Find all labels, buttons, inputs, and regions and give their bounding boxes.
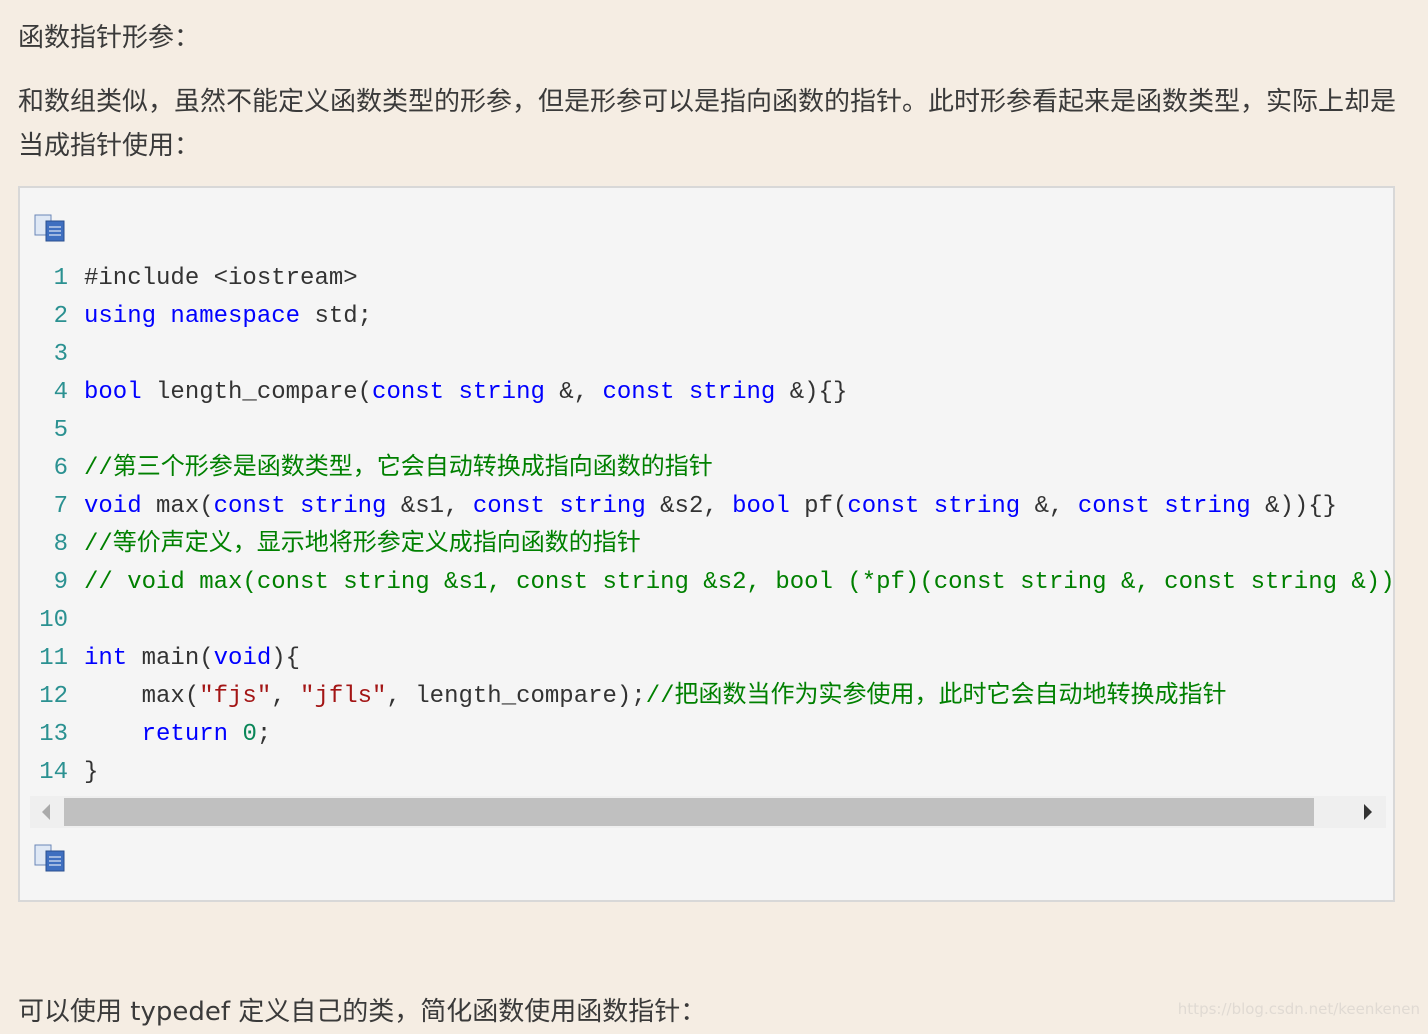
code-line: 13 return 0;: [30, 716, 1395, 754]
line-number: 11: [39, 645, 68, 672]
code-token: namespace: [170, 303, 301, 330]
code-line: 7 void max(const string &s1, const string…: [30, 488, 1395, 526]
code-content: 1 #include <iostream> 2 using namespace std…: [30, 260, 1395, 792]
code-line: 6 //第三个形参是函数类型，它会自动转换成指向函数的指针: [30, 450, 1395, 488]
line-number: 14: [39, 759, 68, 786]
code-token: void: [213, 645, 272, 672]
code-token: const: [847, 493, 920, 520]
copy-code-icon[interactable]: [34, 844, 66, 872]
code-token: ,: [271, 683, 301, 710]
code-token: ;: [256, 721, 272, 748]
intro-paragraph: 和数组类似，虽然不能定义函数类型的形参，但是形参可以是指向函数的指针。此时形参看…: [18, 87, 1397, 161]
line-number: 1: [53, 265, 68, 292]
line-number: 2: [53, 303, 68, 330]
code-block: 1 #include <iostream> 2 using namespace std…: [18, 186, 1395, 902]
code-token: const: [1077, 493, 1150, 520]
line-number: 12: [39, 683, 68, 710]
line-number: 10: [39, 607, 68, 634]
code-token: , length_compare);: [386, 683, 646, 710]
line-number: 9: [53, 569, 68, 596]
code-token: &s2,: [645, 493, 733, 520]
code-line: 2 using namespace std;: [30, 298, 1395, 336]
code-token: &s1,: [386, 493, 473, 520]
code-token: ){: [271, 645, 301, 672]
code-line: 10: [30, 602, 1395, 640]
code-token: void: [84, 493, 142, 520]
code-token: return: [141, 721, 229, 748]
code-line: 9 // void max(const string &s1, const str…: [30, 564, 1395, 602]
code-token: string: [458, 379, 545, 406]
scrollbar-thumb[interactable]: [64, 798, 1314, 826]
code-token: int: [84, 645, 128, 672]
code-token: }: [84, 759, 99, 786]
code-token: main(: [127, 645, 214, 672]
code-token: &)){}: [1250, 493, 1338, 520]
line-number: 6: [53, 455, 68, 482]
horizontal-scrollbar[interactable]: [30, 796, 1386, 828]
code-token: pf(: [789, 493, 848, 520]
code-token: bool: [732, 493, 790, 520]
watermark: https://blog.csdn.net/keenkenen: [1177, 1000, 1420, 1018]
code-token: std;: [300, 303, 373, 330]
code-token: //第三个形参是函数类型，它会自动转换成指向函数的指针: [84, 455, 713, 482]
code-line: 3: [30, 336, 1395, 374]
code-token: string: [300, 493, 387, 520]
copy-code-icon[interactable]: [34, 214, 66, 242]
code-line: 8 //等价声定义，显示地将形参定义成指向函数的指针: [30, 526, 1395, 564]
code-token: 0: [242, 721, 257, 748]
code-token: "jfls": [300, 683, 387, 710]
code-token: string: [559, 493, 646, 520]
code-line: 14}: [30, 754, 1395, 792]
section-heading: 函数指针形参：: [18, 23, 201, 53]
code-token: const: [472, 493, 545, 520]
code-line: 12 max("fjs", "jfls", length_compare);//…: [30, 678, 1395, 716]
code-token: bool: [84, 379, 142, 406]
code-token: "fjs": [199, 683, 272, 710]
code-line: 4 bool length_compare(const string &, con…: [30, 374, 1395, 412]
code-line: 11 int main(void){: [30, 640, 1395, 678]
code-token: max(: [84, 683, 200, 710]
code-line: 5: [30, 412, 1395, 450]
code-token: &){}: [775, 379, 848, 406]
scroll-left-arrow-icon[interactable]: [42, 804, 50, 820]
line-number: 13: [39, 721, 68, 748]
code-token: // void max(const string &s1, const stri…: [84, 569, 1395, 596]
code-token: const: [213, 493, 286, 520]
code-token: string: [1164, 493, 1251, 520]
code-token: max(: [141, 493, 214, 520]
code-token: string: [688, 379, 776, 406]
line-number: 8: [53, 531, 68, 558]
code-line: 1 #include <iostream>: [30, 260, 1395, 298]
code-token: length_compare(: [141, 379, 373, 406]
line-number: 4: [53, 379, 68, 406]
code-token: using: [84, 303, 157, 330]
code-token: #include <iostream>: [84, 265, 358, 292]
line-number: 7: [53, 493, 68, 520]
line-number: 3: [53, 341, 68, 368]
code-token: const: [372, 379, 445, 406]
code-token: &,: [544, 379, 603, 406]
code-token: &,: [1020, 493, 1078, 520]
code-token: string: [933, 493, 1021, 520]
code-token: const: [602, 379, 675, 406]
next-paragraph: 可以使用 typedef 定义自己的类，简化函数使用函数指针：: [18, 997, 707, 1027]
scroll-right-arrow-icon[interactable]: [1364, 804, 1372, 820]
code-token: //把函数当作为实参使用，此时它会自动地转换成指针: [645, 683, 1227, 710]
line-number: 5: [53, 417, 68, 444]
code-token: //等价声定义，显示地将形参定义成指向函数的指针: [84, 531, 641, 558]
